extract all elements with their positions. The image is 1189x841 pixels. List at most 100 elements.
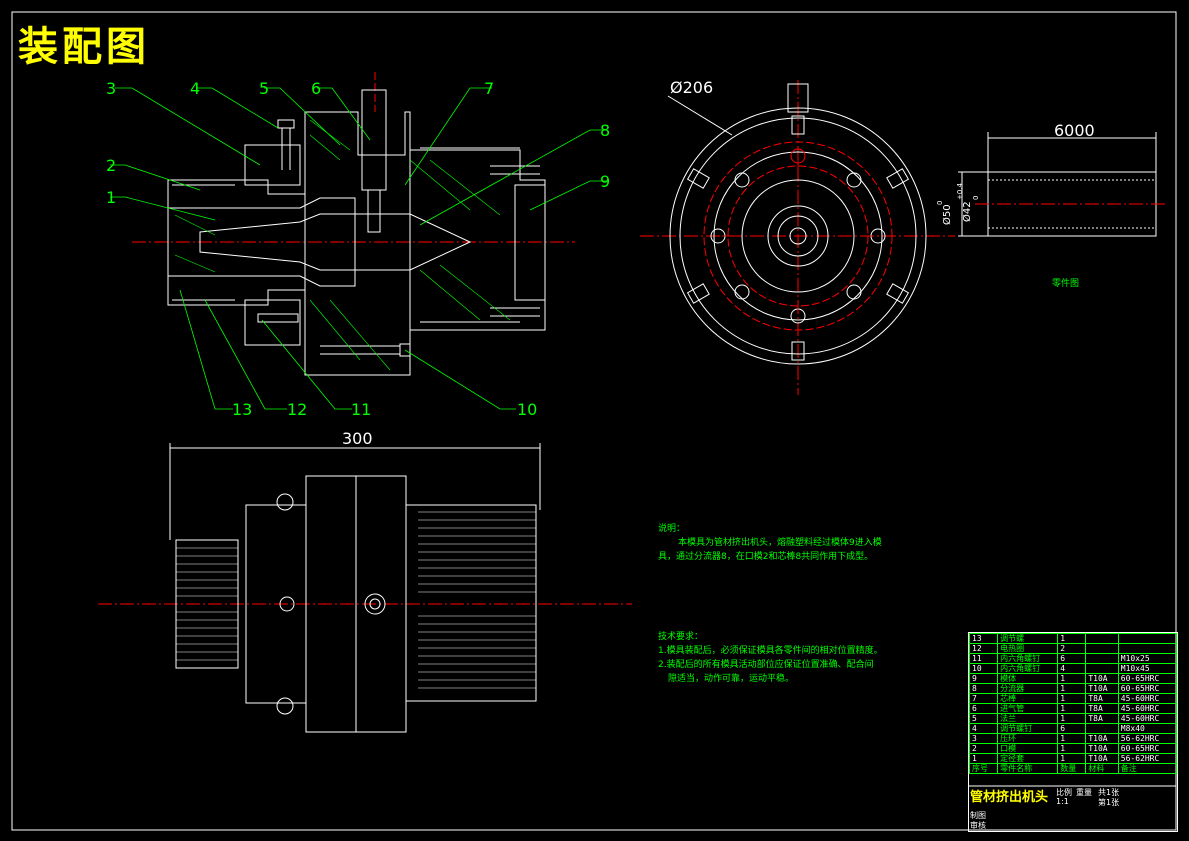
- part-label: 11: [351, 400, 371, 419]
- title-block-c2: 重量: [1076, 788, 1092, 797]
- bom-cell-no: 13: [968, 633, 999, 644]
- bom-cell-spec: 60-65HRC: [1117, 673, 1178, 684]
- notes-body-1: 本模具为管材挤出机头，熔融塑料经过模体9进入模: [678, 538, 882, 548]
- bom-header-spec: 备注: [1117, 763, 1178, 774]
- bom-cell-name: 调节螺: [997, 633, 1059, 644]
- bom-row: 4 调节螺钉 6 M8x40: [968, 723, 1178, 734]
- part-label: 12: [287, 400, 307, 419]
- part-label: 10: [517, 400, 537, 419]
- technical-requirements: 技术要求： 1.模具装配后，必须保证模具各零件间的相对位置精度。 2.装配后的所…: [658, 630, 918, 686]
- notes-header: 说明：: [658, 524, 686, 534]
- bom-row: 9 模体 1 T10A 60-65HRC: [968, 673, 1178, 684]
- tech-header: 技术要求：: [658, 632, 704, 642]
- bom-row: 8 分流器 1 T10A 60-65HRC: [968, 683, 1178, 694]
- tube-inner-tolerance-hi: +0.4: [956, 182, 964, 200]
- bom-cell-name: 芯棒: [997, 693, 1059, 704]
- part-drawing-caption: 零件图: [1052, 277, 1079, 289]
- bom-cell-name: 口模: [997, 743, 1059, 754]
- bom-table: 13 调节螺 1 12 电热圈 2 11 内六角螺钉 6 M10x25 10 内六角螺钉 4 M10x45…: [968, 633, 1178, 774]
- bom-cell-mat: T10A: [1085, 683, 1119, 694]
- title-block-name: 管材挤出机头: [970, 790, 1049, 805]
- tube-outer-diameter: Ø50: [941, 204, 953, 225]
- bom-cell-no: 8: [968, 683, 999, 694]
- bom-cell-mat: T10A: [1085, 753, 1119, 764]
- bom-cell-qty: 1: [1057, 673, 1087, 684]
- bom-row: 3 压环 1 T10A 56-62HRC: [968, 733, 1178, 744]
- bom-cell-name: 压环: [997, 733, 1059, 744]
- notes-body-2: 具，通过分流器8，在口模2和芯棒8共同作用下成型。: [658, 552, 874, 562]
- bom-cell-mat: [1085, 643, 1119, 654]
- part-drawing: [958, 132, 1165, 237]
- bom-row: 6 进气管 1 T8A 45-60HRC: [968, 703, 1178, 714]
- bom-cell-spec: M8x40: [1117, 723, 1178, 734]
- bom-cell-qty: 6: [1057, 653, 1087, 664]
- bom-cell-spec: M10x25: [1117, 653, 1178, 664]
- bom-header-mat: 材料: [1085, 763, 1119, 774]
- bom-cell-no: 2: [968, 743, 999, 754]
- bom-cell-name: 模体: [997, 673, 1059, 684]
- part-label: 2: [106, 156, 116, 175]
- bom-header-name: 零件名称: [997, 763, 1059, 774]
- bom-cell-name: 分流器: [997, 683, 1059, 694]
- bom-cell-spec: 45-60HRC: [1117, 693, 1178, 704]
- bom-cell-name: 进气管: [997, 703, 1059, 714]
- bom-cell-no: 5: [968, 713, 999, 724]
- tube-inner-diameter: Ø42: [961, 201, 973, 222]
- bom-cell-name: 调节螺钉: [997, 723, 1059, 734]
- bom-cell-name: 电热圈: [997, 643, 1059, 654]
- bom-row: 11 内六角螺钉 6 M10x25: [968, 653, 1178, 664]
- bom-cell-qty: 1: [1057, 743, 1087, 754]
- bom-cell-qty: 6: [1057, 723, 1087, 734]
- bom-cell-mat: T10A: [1085, 743, 1119, 754]
- tube-diameter-dims: Ø50 0 Ø42 +0.4 0: [936, 182, 980, 225]
- bom-row: 12 电热圈 2: [968, 643, 1178, 654]
- bom-cell-spec: [1117, 633, 1178, 644]
- bom-cell-no: 6: [968, 703, 999, 714]
- bom-cell-spec: 45-60HRC: [1117, 713, 1178, 724]
- bom-cell-spec: 60-65HRC: [1117, 683, 1178, 694]
- title-block-c1: 比例: [1056, 788, 1072, 797]
- bom-cell-spec: 45-60HRC: [1117, 703, 1178, 714]
- bom-cell-name: 法兰: [997, 713, 1059, 724]
- bom-cell-spec: 60-65HRC: [1117, 743, 1178, 754]
- part-label: 1: [106, 188, 116, 207]
- part-label: 7: [484, 79, 494, 98]
- bom-cell-mat: T8A: [1085, 713, 1119, 724]
- bom-cell-mat: [1085, 653, 1119, 664]
- drawing-title: 装配图: [18, 24, 150, 70]
- title-block-c4: 第1张: [1098, 798, 1120, 807]
- bom-cell-mat: T10A: [1085, 673, 1119, 684]
- part-label: 9: [600, 172, 610, 191]
- bom-cell-no: 1: [968, 753, 999, 764]
- bom-cell-mat: [1085, 663, 1119, 674]
- bom-header-qty: 数量: [1057, 763, 1087, 774]
- bom-cell-spec: 56-62HRC: [1117, 733, 1178, 744]
- part-label: 5: [259, 79, 269, 98]
- bom-cell-no: 9: [968, 673, 999, 684]
- bom-cell-qty: 1: [1057, 703, 1087, 714]
- bom-cell-qty: 1: [1057, 733, 1087, 744]
- bom-cell-no: 7: [968, 693, 999, 704]
- bom-row: 1 定径套 1 T10A 56-62HRC: [968, 753, 1178, 764]
- bom-cell-spec: 56-62HRC: [1117, 753, 1178, 764]
- bom-cell-mat: [1085, 723, 1119, 734]
- bom-cell-qty: 1: [1057, 713, 1087, 724]
- bom-row: 5 法兰 1 T8A 45-60HRC: [968, 713, 1178, 724]
- bom-row: 10 内六角螺钉 4 M10x45: [968, 663, 1178, 674]
- tube-inner-tolerance-lo: 0: [972, 196, 980, 200]
- bom-cell-no: 10: [968, 663, 999, 674]
- bom-cell-no: 4: [968, 723, 999, 734]
- tube-length-dimension: 6000: [1054, 121, 1095, 140]
- bom-row: 13 调节螺 1: [968, 633, 1178, 644]
- bom-cell-qty: 1: [1057, 683, 1087, 694]
- part-label: 4: [190, 79, 200, 98]
- tech-item-1: 1.模具装配后，必须保证模具各零件间的相对位置精度。: [658, 646, 883, 656]
- bom-cell-qty: 1: [1057, 753, 1087, 764]
- tech-item-2: 2.装配后的所有模具活动部位应保证位置准确、配合间: [658, 660, 874, 670]
- bom-cell-name: 内六角螺钉: [997, 663, 1059, 674]
- front-view: [98, 443, 632, 733]
- end-view: [640, 80, 955, 395]
- part-label: 13: [232, 400, 252, 419]
- title-block-r2: 审核: [970, 821, 986, 830]
- bom-cell-qty: 1: [1057, 633, 1087, 644]
